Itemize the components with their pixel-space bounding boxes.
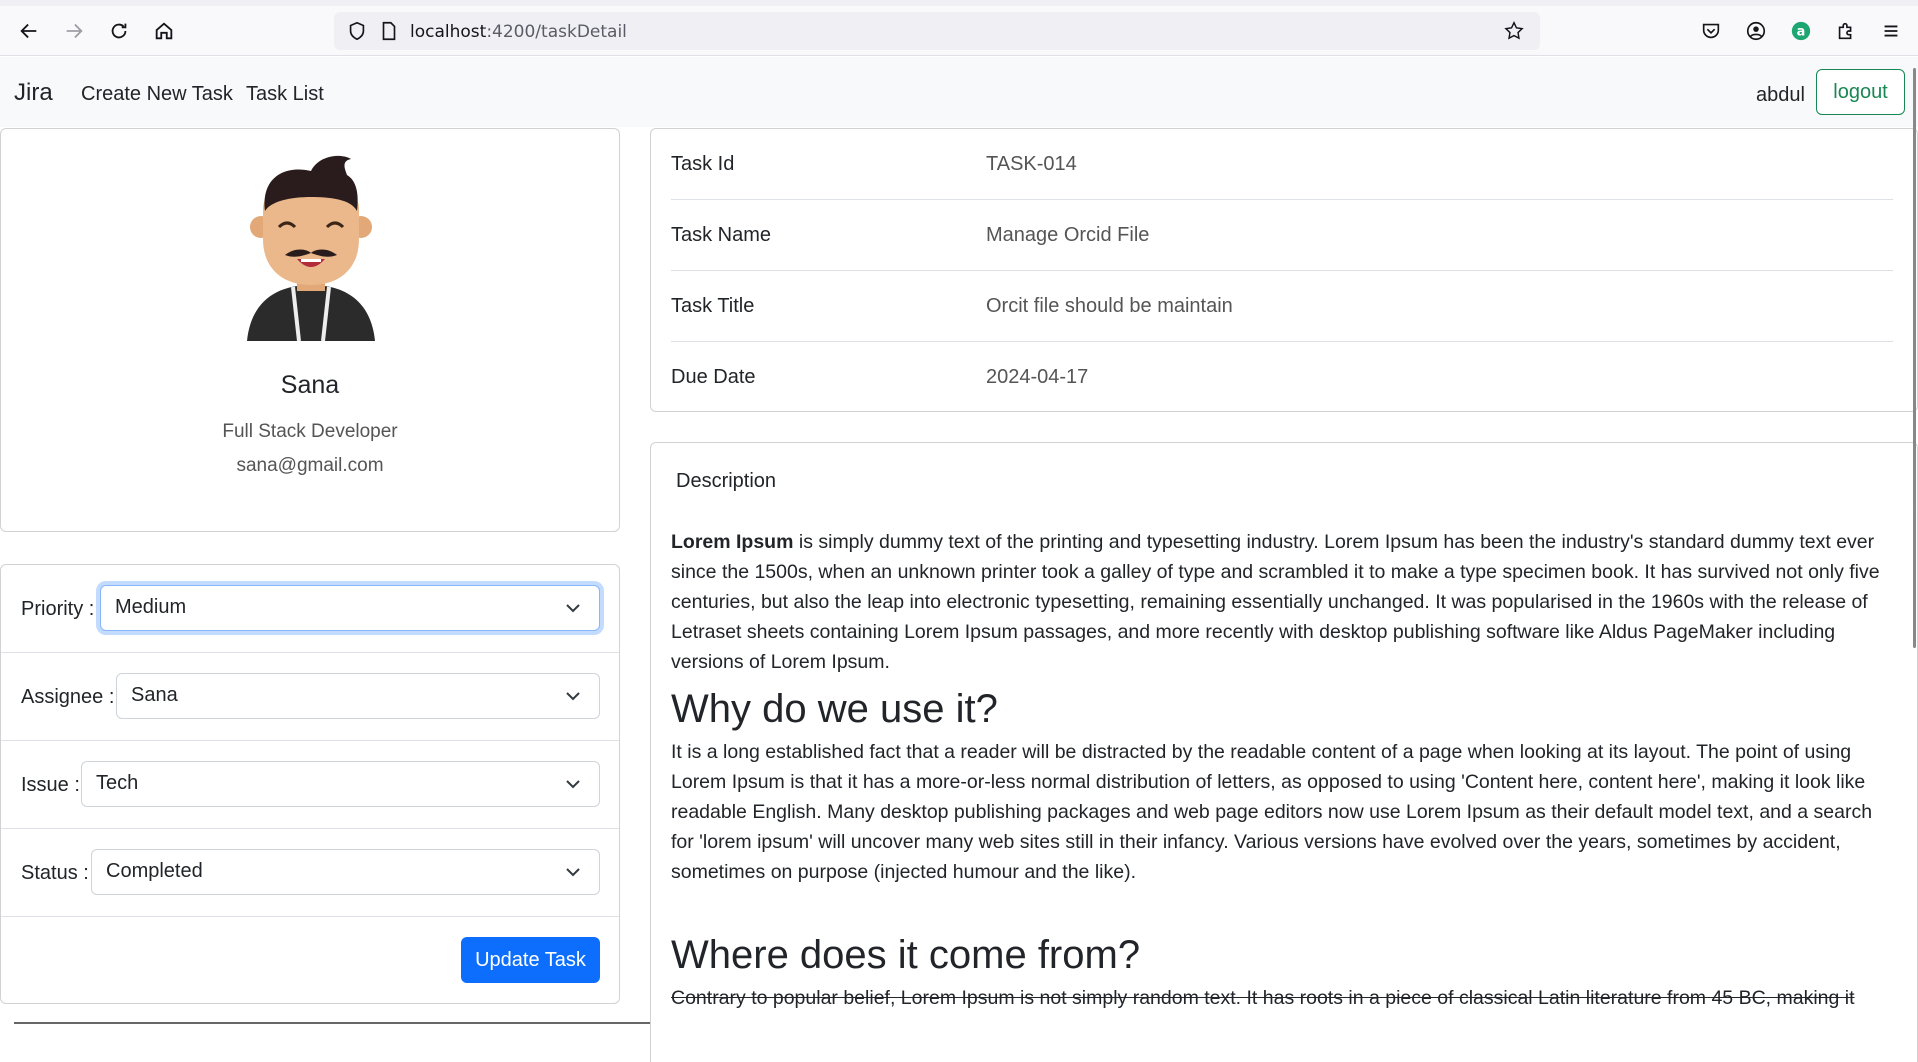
task-edit-form: Priority : Medium Assignee : Sana Issue …: [0, 564, 620, 1004]
status-label: Status :: [21, 862, 89, 884]
description-text: is simply dummy text of the printing and…: [671, 531, 1880, 673]
detail-key: Due Date: [671, 366, 756, 388]
url-host: localhost: [410, 22, 487, 42]
profile-email: sana@gmail.com: [236, 455, 384, 476]
detail-row-task-name: Task Name Manage Orcid File: [671, 200, 1893, 271]
profile-name: Sana: [280, 371, 340, 399]
description-body: Lorem Ipsum is simply dummy text of the …: [671, 527, 1893, 1013]
assignee-value: Sana: [131, 684, 178, 706]
extension-a-icon[interactable]: a: [1786, 16, 1816, 46]
browser-toolbar: localhost:4200/taskDetail a: [0, 0, 1918, 56]
description-paragraph: It is a long established fact that a rea…: [671, 741, 1873, 883]
logout-button[interactable]: logout: [1816, 69, 1905, 115]
description-title: Description: [676, 470, 777, 492]
detail-key: Task Title: [671, 295, 755, 317]
menu-icon[interactable]: [1876, 16, 1906, 46]
issue-row: Issue : Tech: [1, 741, 619, 829]
detail-value: Manage Orcid File: [986, 224, 1150, 246]
description-heading: Where does it come from?: [671, 933, 1141, 977]
username: abdul: [1756, 84, 1805, 106]
priority-value: Medium: [115, 596, 187, 618]
app-navbar: Jira Create New Task Task List abdul log…: [0, 57, 1918, 127]
url-text[interactable]: localhost:4200/taskDetail: [410, 22, 627, 42]
forward-icon[interactable]: [59, 16, 89, 46]
update-task-button[interactable]: Update Task: [461, 937, 600, 983]
detail-row-task-id: Task Id TASK-014: [671, 129, 1893, 200]
detail-value: TASK-014: [986, 153, 1077, 175]
priority-select[interactable]: Medium: [100, 585, 600, 631]
extensions-puzzle-icon[interactable]: [1831, 16, 1861, 46]
description-card: Description Lorem Ipsum is simply dummy …: [650, 442, 1918, 1062]
priority-label: Priority :: [21, 598, 95, 620]
chevron-down-icon: [566, 868, 580, 877]
reload-icon[interactable]: [104, 16, 134, 46]
url-path: :4200/taskDetail: [486, 22, 627, 42]
back-icon[interactable]: [14, 16, 44, 46]
status-value: Completed: [106, 860, 203, 882]
issue-label: Issue :: [21, 774, 80, 796]
description-heading: Why do we use it?: [671, 687, 998, 731]
avatar: [241, 151, 381, 342]
shield-icon[interactable]: [342, 16, 372, 46]
priority-row: Priority : Medium: [1, 565, 619, 653]
task-details-card: Task Id TASK-014 Task Name Manage Orcid …: [650, 128, 1918, 412]
brand-logo[interactable]: Jira: [14, 79, 53, 107]
divider: [14, 1022, 650, 1024]
status-row: Status : Completed: [1, 829, 619, 917]
nav-create-task[interactable]: Create New Task: [81, 83, 233, 106]
pocket-icon[interactable]: [1696, 16, 1726, 46]
profile-card: Sana Full Stack Developer sana@gmail.com: [0, 128, 620, 532]
account-icon[interactable]: [1741, 16, 1771, 46]
status-select[interactable]: Completed: [91, 849, 600, 895]
detail-value: 2024-04-17: [986, 366, 1089, 388]
url-bar[interactable]: localhost:4200/taskDetail: [334, 12, 1540, 50]
issue-value: Tech: [96, 772, 139, 794]
nav-task-list[interactable]: Task List: [246, 83, 324, 106]
detail-row-due-date: Due Date 2024-04-17: [671, 342, 1893, 413]
svg-text:a: a: [1797, 25, 1806, 40]
assignee-select[interactable]: Sana: [116, 673, 600, 719]
home-icon[interactable]: [149, 16, 179, 46]
description-bold: Lorem Ipsum: [671, 531, 794, 553]
detail-row-task-title: Task Title Orcit file should be maintain: [671, 271, 1893, 342]
page-scrollbar[interactable]: [1913, 68, 1916, 648]
assignee-label: Assignee :: [21, 686, 115, 708]
detail-key: Task Id: [671, 153, 735, 175]
description-paragraph: Lorem Ipsum is simply dummy text of the …: [671, 527, 1893, 677]
profile-role: Full Stack Developer: [222, 421, 398, 442]
tab-strip-edge: [0, 0, 1918, 6]
chevron-down-icon: [566, 692, 580, 701]
detail-key: Task Name: [671, 224, 772, 246]
assignee-row: Assignee : Sana: [1, 653, 619, 741]
bookmark-star-icon[interactable]: [1499, 16, 1529, 46]
chevron-down-icon: [566, 604, 580, 613]
detail-value: Orcit file should be maintain: [986, 295, 1233, 317]
chevron-down-icon: [566, 780, 580, 789]
page-icon: [374, 16, 404, 46]
issue-select[interactable]: Tech: [81, 761, 600, 807]
description-paragraph: Contrary to popular belief, Lorem Ipsum …: [671, 987, 1855, 1009]
